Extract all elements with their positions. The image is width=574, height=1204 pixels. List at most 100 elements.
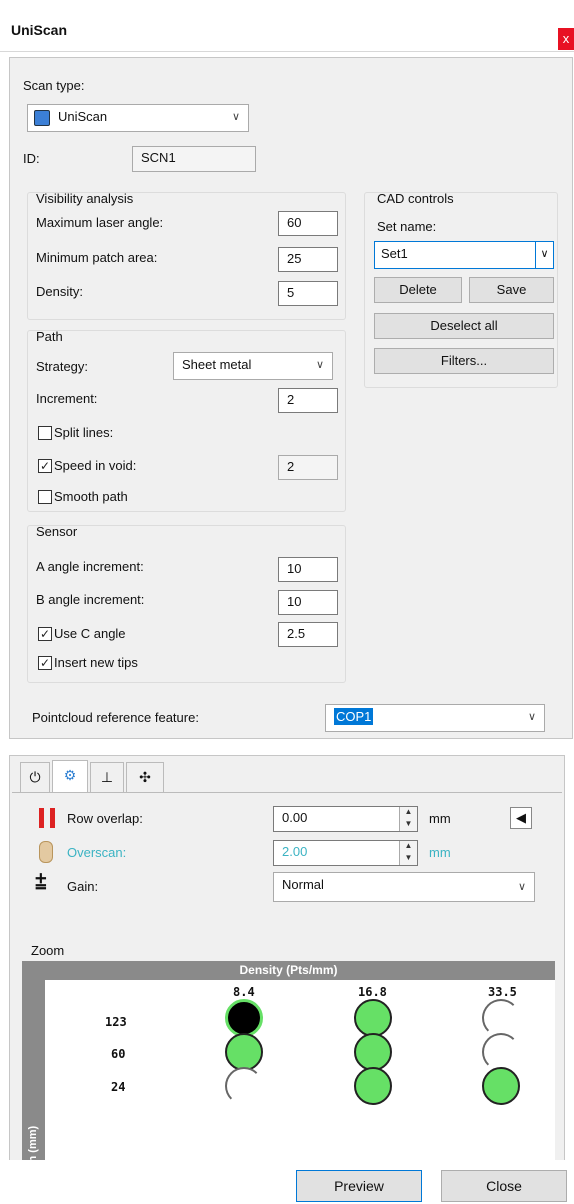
tab-target[interactable]: ✣: [126, 762, 164, 792]
use-c-angle-label: Use C angle: [54, 626, 126, 641]
increment-input[interactable]: 2: [278, 388, 338, 413]
laser-settings-icon: ⚙: [63, 767, 77, 783]
density-input[interactable]: 5: [278, 281, 338, 306]
smooth-path-label: Smooth path: [54, 489, 128, 504]
width-row-1: 123: [105, 1015, 127, 1029]
zoom-cell-60-8.4[interactable]: [225, 1033, 263, 1071]
zoom-cell-123-33.5[interactable]: [482, 999, 520, 1037]
row-overlap-value: 0.00: [282, 810, 308, 825]
c-angle-input[interactable]: 2.5: [278, 622, 338, 647]
axis-icon: ⊥: [100, 769, 114, 785]
zoom-cell-123-16.8[interactable]: [354, 999, 392, 1037]
power-icon: ⏻: [29, 769, 41, 785]
zoom-cell-24-16.8[interactable]: [354, 1067, 392, 1105]
overscan-input[interactable]: 2.00 ▲ ▼: [273, 840, 418, 866]
dialog-footer: Preview Close: [0, 1160, 574, 1204]
pointcloud-label: Pointcloud reference feature:: [32, 710, 199, 725]
pointcloud-value: COP1: [334, 708, 374, 725]
b-angle-label: B angle increment:: [36, 592, 145, 607]
cad-controls-group: CAD controls Set name: Set1 ∨ Delete Sav…: [364, 191, 558, 388]
tab-axis[interactable]: ⊥: [90, 762, 124, 792]
a-angle-input[interactable]: 10: [278, 557, 338, 582]
window-title: UniScan: [11, 22, 68, 38]
chevron-down-icon: ∨: [527, 711, 536, 723]
save-button[interactable]: Save: [469, 277, 554, 303]
speed-in-void-label: Speed in void:: [54, 458, 137, 473]
target-icon: ✣: [139, 769, 151, 785]
set-name-label: Set name:: [377, 219, 437, 234]
row-overlap-label: Row overlap:: [67, 811, 143, 826]
title-bar: UniScan x: [0, 0, 574, 52]
row-overlap-icon: [35, 806, 61, 830]
zoom-cell-60-16.8[interactable]: [354, 1033, 392, 1071]
tab-power[interactable]: ⏻: [20, 762, 50, 792]
use-c-angle-checkbox[interactable]: ✓: [38, 627, 52, 641]
strategy-select[interactable]: Sheet metal ∨: [173, 352, 333, 380]
min-patch-area-input[interactable]: 25: [278, 247, 338, 272]
scan-type-select[interactable]: UniScan ∨: [27, 104, 249, 132]
scan-type-value: UniScan: [58, 109, 108, 124]
smooth-path-checkbox[interactable]: [38, 490, 52, 504]
cad-group-title: CAD controls: [377, 191, 454, 206]
overscan-value: 2.00: [282, 844, 308, 859]
strategy-label: Strategy:: [36, 359, 89, 374]
spinner-icon[interactable]: ▲ ▼: [399, 841, 417, 865]
increment-label: Increment:: [36, 391, 98, 406]
max-laser-angle-label: Maximum laser angle:: [36, 215, 164, 230]
overscan-label: Overscan:: [67, 845, 127, 860]
visibility-analysis-group: Visibility analysis Maximum laser angle:…: [27, 191, 346, 320]
zoom-cell-24-33.5[interactable]: [482, 1067, 520, 1105]
chevron-down-icon: ∨: [315, 359, 324, 371]
set-name-combobox[interactable]: Set1 ∨: [374, 241, 554, 269]
density-header: Density (Pts/mm): [22, 961, 555, 980]
density-col-3: 33.5: [488, 985, 517, 999]
delete-button[interactable]: Delete: [374, 277, 462, 303]
zoom-cell-24-8.4[interactable]: [225, 1067, 263, 1105]
zoom-label: Zoom: [31, 943, 65, 958]
insert-new-tips-checkbox[interactable]: ✓: [38, 656, 52, 670]
speed-in-void-input[interactable]: 2: [278, 455, 338, 480]
gain-label: Gain:: [67, 879, 99, 894]
path-group: Path Strategy: Sheet metal ∨ Increment: …: [27, 329, 346, 512]
max-laser-angle-input[interactable]: 60: [278, 211, 338, 236]
tab-divider: [12, 792, 562, 793]
sensor-group: Sensor A angle increment: 10 B angle inc…: [27, 524, 346, 683]
chevron-down-icon: ∨: [231, 111, 240, 123]
speed-in-void-checkbox[interactable]: ✓: [38, 459, 52, 473]
density-label: Density:: [36, 284, 83, 299]
tab-laser-settings[interactable]: ⚙: [52, 760, 88, 792]
row-overlap-unit: mm: [429, 811, 451, 826]
scanner-icon: [34, 110, 50, 126]
id-field[interactable]: SCN1: [132, 146, 256, 172]
filters-button[interactable]: Filters...: [374, 348, 554, 374]
row-overlap-input[interactable]: 0.00 ▲ ▼: [273, 806, 418, 832]
zoom-cell-123-8.4[interactable]: [225, 999, 263, 1037]
min-patch-area-label: Minimum patch area:: [36, 250, 158, 265]
gain-value: Normal: [282, 877, 324, 892]
width-row-3: 24: [111, 1080, 126, 1094]
split-lines-checkbox[interactable]: [38, 426, 52, 440]
laser-settings-panel: ⏻ ⚙ ⊥ ✣ Row overlap: 0.00 ▲ ▼ mm ◀ Oversc…: [9, 755, 565, 1204]
overscan-icon: [39, 841, 53, 863]
b-angle-input[interactable]: 10: [278, 590, 338, 615]
scan-type-label: Scan type:: [23, 78, 85, 93]
insert-new-tips-label: Insert new tips: [54, 655, 138, 670]
close-window-button[interactable]: x: [558, 28, 574, 50]
strategy-value: Sheet metal: [182, 357, 252, 372]
gain-icon: ⩲: [35, 872, 47, 894]
chevron-down-icon[interactable]: ∨: [535, 242, 553, 268]
deselect-all-button[interactable]: Deselect all: [374, 313, 554, 339]
a-angle-label: A angle increment:: [36, 559, 144, 574]
preview-button[interactable]: Preview: [296, 1170, 422, 1202]
speaker-icon[interactable]: ◀: [510, 807, 532, 829]
gain-select[interactable]: Normal ∨: [273, 872, 535, 902]
pointcloud-select[interactable]: COP1 ∨: [325, 704, 545, 732]
width-row-2: 60: [111, 1047, 126, 1061]
spinner-icon[interactable]: ▲ ▼: [399, 807, 417, 831]
close-button[interactable]: Close: [441, 1170, 567, 1202]
id-label: ID:: [23, 151, 40, 166]
chevron-down-icon: ∨: [517, 881, 526, 893]
density-col-2: 16.8: [358, 985, 387, 999]
split-lines-label: Split lines:: [54, 425, 114, 440]
zoom-cell-60-33.5[interactable]: [482, 1033, 520, 1071]
